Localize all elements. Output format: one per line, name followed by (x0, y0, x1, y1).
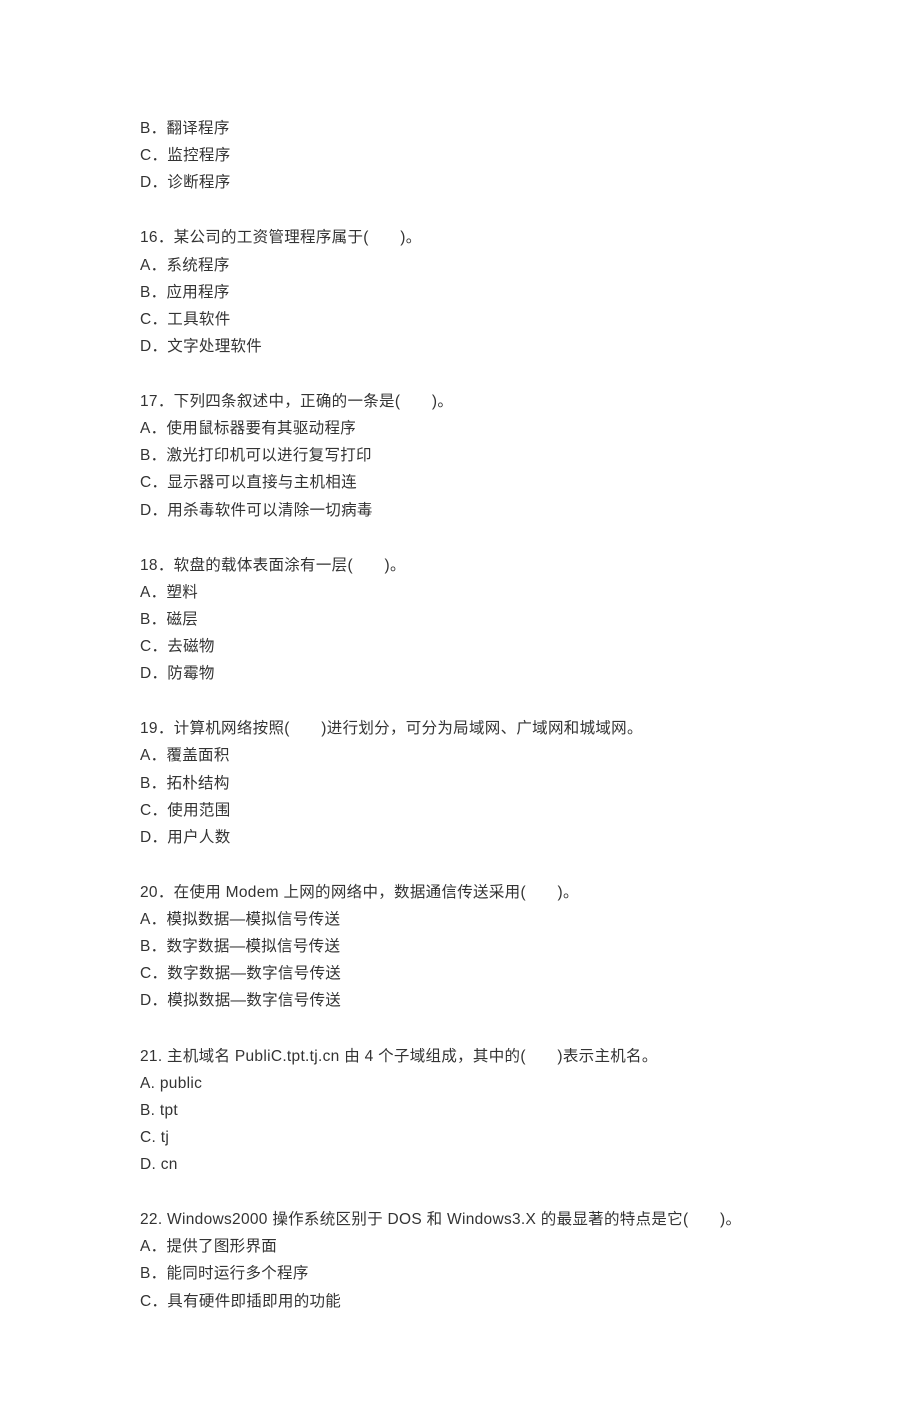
text-line: A．系统程序 (140, 252, 780, 279)
text-line: A．提供了图形界面 (140, 1233, 780, 1260)
question-block: 18．软盘的载体表面涂有一层( )。A．塑料B．磁层C．去磁物D．防霉物 (140, 552, 780, 688)
text-line: A．覆盖面积 (140, 742, 780, 769)
text-line: D．诊断程序 (140, 169, 780, 196)
question-block: 19．计算机网络按照( )进行划分，可分为局域网、广域网和城域网。A．覆盖面积B… (140, 715, 780, 851)
text-line: B．激光打印机可以进行复写打印 (140, 442, 780, 469)
text-line: C．工具软件 (140, 306, 780, 333)
question-block: 20．在使用 Modem 上网的网络中，数据通信传送采用( )。A．模拟数据—模… (140, 879, 780, 1015)
text-line: C．数字数据—数字信号传送 (140, 960, 780, 987)
text-line: B．翻译程序 (140, 115, 780, 142)
text-line: C．使用范围 (140, 797, 780, 824)
text-line: D．用杀毒软件可以清除一切病毒 (140, 497, 780, 524)
text-line: 21. 主机域名 PubliC.tpt.tj.cn 由 4 个子域组成，其中的(… (140, 1043, 780, 1070)
text-line: B．拓朴结构 (140, 770, 780, 797)
text-line: C. tj (140, 1124, 780, 1151)
text-line: D．文字处理软件 (140, 333, 780, 360)
text-line: B．能同时运行多个程序 (140, 1260, 780, 1287)
text-line: 19．计算机网络按照( )进行划分，可分为局域网、广域网和城域网。 (140, 715, 780, 742)
text-line: D. cn (140, 1151, 780, 1178)
question-block: 16．某公司的工资管理程序属于( )。A．系统程序B．应用程序C．工具软件D．文… (140, 224, 780, 360)
text-line: D．模拟数据—数字信号传送 (140, 987, 780, 1014)
text-line: C．去磁物 (140, 633, 780, 660)
text-line: D．用户人数 (140, 824, 780, 851)
text-line: A. public (140, 1070, 780, 1097)
text-line: 18．软盘的载体表面涂有一层( )。 (140, 552, 780, 579)
text-line: B．应用程序 (140, 279, 780, 306)
question-block: 17．下列四条叙述中，正确的一条是( )。A．使用鼠标器要有其驱动程序B．激光打… (140, 388, 780, 524)
text-line: B．磁层 (140, 606, 780, 633)
document-page: B．翻译程序C．监控程序D．诊断程序 16．某公司的工资管理程序属于( )。A．系… (0, 0, 920, 1405)
text-line: 22. Windows2000 操作系统区别于 DOS 和 Windows3.X… (140, 1206, 780, 1233)
question-block: 21. 主机域名 PubliC.tpt.tj.cn 由 4 个子域组成，其中的(… (140, 1043, 780, 1179)
text-line: A．模拟数据—模拟信号传送 (140, 906, 780, 933)
text-line: B. tpt (140, 1097, 780, 1124)
text-line: 16．某公司的工资管理程序属于( )。 (140, 224, 780, 251)
text-line: C．具有硬件即插即用的功能 (140, 1288, 780, 1315)
text-line: D．防霉物 (140, 660, 780, 687)
text-line: C．监控程序 (140, 142, 780, 169)
text-line: B．数字数据—模拟信号传送 (140, 933, 780, 960)
text-line: 20．在使用 Modem 上网的网络中，数据通信传送采用( )。 (140, 879, 780, 906)
text-line: C．显示器可以直接与主机相连 (140, 469, 780, 496)
question-block: 22. Windows2000 操作系统区别于 DOS 和 Windows3.X… (140, 1206, 780, 1315)
text-line: A．塑料 (140, 579, 780, 606)
text-line: 17．下列四条叙述中，正确的一条是( )。 (140, 388, 780, 415)
question-block: B．翻译程序C．监控程序D．诊断程序 (140, 115, 780, 196)
text-line: A．使用鼠标器要有其驱动程序 (140, 415, 780, 442)
